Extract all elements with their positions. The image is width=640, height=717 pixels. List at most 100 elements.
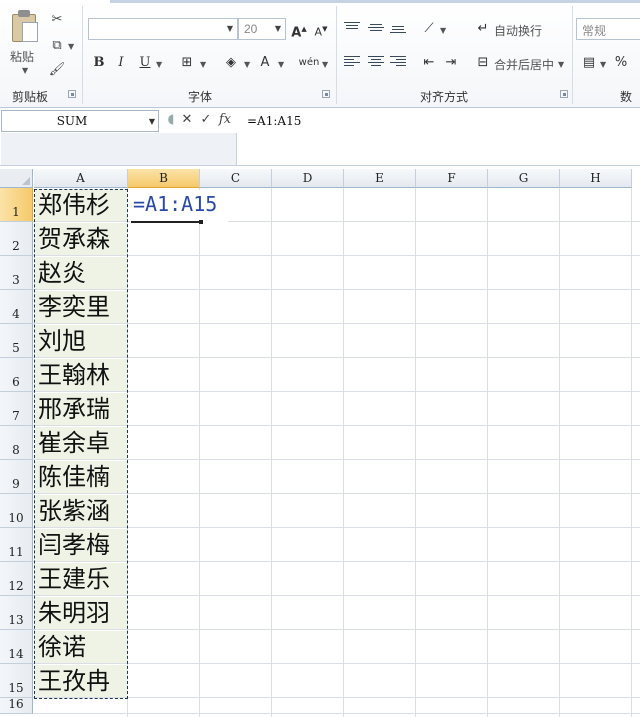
row-header-8[interactable]: 8 — [0, 426, 33, 460]
fill-dropdown-icon[interactable]: ▼ — [244, 60, 250, 69]
align-top-icon[interactable] — [344, 22, 360, 36]
row-header-13[interactable]: 13 — [0, 596, 33, 630]
underline-dropdown-icon[interactable]: ▼ — [156, 60, 162, 69]
column-header-b[interactable]: B — [128, 169, 200, 188]
alignment-launcher-icon[interactable] — [560, 90, 568, 98]
column-gridline — [343, 188, 344, 717]
enter-icon[interactable]: ✓ — [197, 110, 215, 130]
cell-b1[interactable]: =A1:A15 — [130, 190, 228, 222]
column-header-g[interactable]: G — [488, 169, 560, 188]
merge-center-icon[interactable]: ⊟ — [474, 54, 492, 72]
format-painter-icon[interactable]: 🖌 — [48, 62, 66, 78]
formula-bar-left-panel — [1, 133, 237, 165]
column-header-d[interactable]: D — [272, 169, 344, 188]
accounting-format-icon[interactable]: ▤ — [580, 54, 598, 72]
row-gridline — [33, 713, 640, 714]
column-gridline — [487, 188, 488, 717]
column-header-a[interactable]: A — [34, 169, 128, 188]
chevron-down-icon: ▼ — [226, 24, 233, 33]
column-header-e[interactable]: E — [344, 169, 416, 188]
row-header-3[interactable]: 3 — [0, 256, 33, 290]
alignment-group-label: 对齐方式 — [420, 90, 469, 104]
wrap-text-icon[interactable]: ↵ — [474, 20, 492, 38]
bold-button[interactable]: B — [90, 54, 108, 72]
cut-icon[interactable]: ✂ — [48, 12, 66, 28]
row-header-14[interactable]: 14 — [0, 630, 33, 664]
column-gridline — [199, 188, 200, 717]
wrap-text-button[interactable]: 自动换行 — [494, 22, 542, 39]
row-number: 2 — [12, 239, 20, 253]
paste-icon — [10, 10, 40, 44]
column-gridline — [631, 188, 632, 717]
grow-font-icon[interactable]: A▲ — [290, 20, 308, 40]
decrease-indent-icon[interactable]: ⇤ — [420, 54, 438, 72]
border-icon[interactable]: ⊞ — [178, 54, 196, 72]
row-number: 8 — [12, 443, 20, 457]
column-header-f[interactable]: F — [416, 169, 488, 188]
underline-button[interactable]: U — [136, 54, 154, 72]
paste-dropdown-icon: ▼ — [22, 66, 29, 75]
clipboard-launcher-icon[interactable] — [68, 90, 76, 98]
copy-icon[interactable]: ⧉ — [48, 38, 66, 54]
phonetic-dropdown-icon[interactable]: ▼ — [322, 60, 328, 69]
number-group-label: 数字 — [620, 90, 633, 104]
align-center-icon[interactable] — [368, 56, 384, 70]
percent-button[interactable]: % — [612, 54, 630, 72]
fill-color-icon[interactable]: ◈ — [222, 54, 240, 72]
group-divider — [82, 6, 83, 104]
row-header-11[interactable]: 11 — [0, 528, 33, 562]
worksheet-grid[interactable]: ABCDEFGH 1 2 3 4 5 6 7 8 9 10 11 12 13 14 15 16 郑伟杉 贺承森赵… — [0, 169, 640, 717]
orientation-icon[interactable]: ⟋ — [420, 20, 438, 38]
row-number: 12 — [8, 579, 24, 593]
font-color-button[interactable]: A — [256, 54, 274, 72]
border-dropdown-icon[interactable]: ▼ — [200, 60, 206, 69]
row-header-6[interactable]: 6 — [0, 358, 33, 392]
chevron-down-icon[interactable]: ▼ — [149, 117, 155, 126]
row-header-9[interactable]: 9 — [0, 460, 33, 494]
italic-button[interactable]: I — [112, 54, 130, 72]
copy-dropdown-icon[interactable]: ▼ — [68, 42, 74, 51]
row-number: 13 — [8, 613, 24, 627]
column-header-c[interactable]: C — [200, 169, 272, 188]
formula-text: =A1:A15 — [247, 114, 302, 128]
row-header-10[interactable]: 10 — [0, 494, 33, 528]
column-gridline — [415, 188, 416, 717]
row-header-7[interactable]: 7 — [0, 392, 33, 426]
font-group-label: 字体 — [188, 90, 213, 104]
merge-dropdown-icon[interactable]: ▼ — [558, 60, 564, 69]
orientation-dropdown-icon[interactable]: ▼ — [440, 26, 446, 35]
increase-indent-icon[interactable]: ⇥ — [442, 54, 460, 72]
accounting-dropdown-icon[interactable]: ▼ — [600, 60, 606, 69]
font-color-dropdown-icon[interactable]: ▼ — [278, 60, 284, 69]
fill-handle[interactable] — [199, 220, 203, 224]
row-header-5[interactable]: 5 — [0, 324, 33, 358]
row-number: 16 — [8, 697, 24, 711]
formula-input[interactable]: =A1:A15 — [237, 110, 640, 165]
row-header-2[interactable]: 2 — [0, 222, 33, 256]
row-header-1[interactable]: 1 — [0, 188, 33, 222]
number-format-combo[interactable]: 常规 — [576, 18, 640, 40]
merge-center-button[interactable]: 合并后居中 — [494, 56, 554, 73]
font-launcher-icon[interactable] — [322, 90, 330, 98]
align-right-icon[interactable] — [390, 56, 406, 70]
font-size-combo[interactable]: 20 ▼ — [238, 18, 286, 40]
column-header-h[interactable]: H — [560, 169, 632, 188]
font-size-value: 20 — [244, 22, 258, 36]
clipboard-group-label: 剪贴板 — [12, 90, 49, 104]
align-bottom-icon[interactable] — [390, 26, 406, 40]
cancel-icon[interactable]: ✕ — [178, 110, 196, 130]
phonetic-button[interactable]: wén — [298, 54, 320, 72]
align-left-icon[interactable] — [344, 56, 360, 70]
font-name-combo[interactable]: ▼ — [88, 18, 238, 40]
row-header-12[interactable]: 12 — [0, 562, 33, 596]
row-header-16[interactable]: 16 — [0, 697, 33, 714]
number-format-value: 常规 — [582, 24, 607, 38]
align-middle-icon[interactable] — [368, 24, 384, 38]
select-all-corner[interactable] — [0, 169, 33, 188]
insert-function-icon[interactable]: fx — [216, 110, 234, 130]
row-header-15[interactable]: 15 — [0, 664, 33, 698]
shrink-font-icon[interactable]: A▼ — [312, 20, 330, 39]
name-box[interactable]: SUM ▼ — [1, 110, 159, 132]
row-header-4[interactable]: 4 — [0, 290, 33, 324]
paste-button[interactable]: 粘贴 ▼ — [4, 6, 44, 84]
